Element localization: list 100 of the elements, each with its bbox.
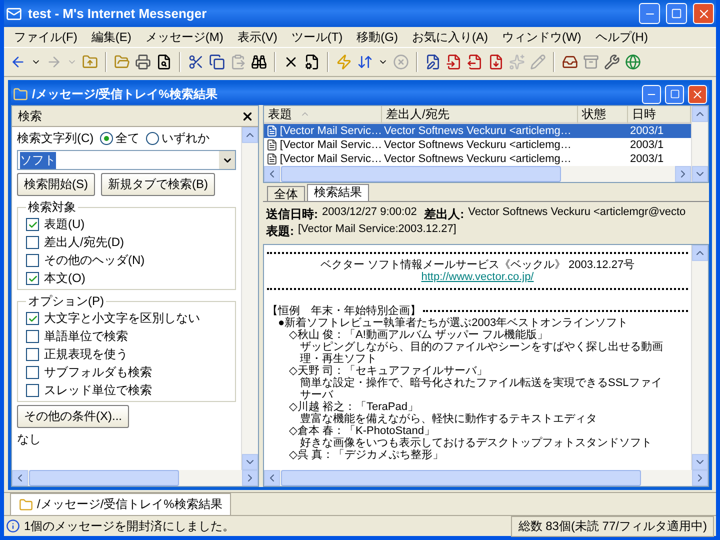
group-title: 検索対象 <box>27 199 77 216</box>
checkbox-option[interactable]: 大文字と小文字を区別しない <box>26 310 227 327</box>
scroll-left-button[interactable] <box>264 470 280 486</box>
field-label: 表題: <box>266 223 294 240</box>
close-button[interactable] <box>688 84 707 104</box>
checkbox[interactable] <box>26 348 39 361</box>
scroll-up-button[interactable] <box>692 106 708 122</box>
more-conditions-button[interactable]: その他の条件(X)... <box>17 405 129 428</box>
entry-description: 理・再生ソフト <box>299 353 378 365</box>
checkbox-option[interactable]: サブフォルダも検索 <box>26 364 227 381</box>
checkbox-option[interactable]: 差出人/宛先(D) <box>26 234 227 251</box>
inbox-icon[interactable] <box>562 54 578 70</box>
copy-icon[interactable] <box>209 54 225 70</box>
child-window-title: /メッセージ/受信トレイ%検索結果 <box>32 86 218 102</box>
scroll-right-button[interactable] <box>242 470 258 486</box>
view-tab[interactable]: 全体 <box>267 186 305 201</box>
menu-item[interactable]: ヘルプ(H) <box>589 28 654 46</box>
table-cell[interactable]: [Vector Mail Servic… <box>264 124 382 138</box>
globe-icon[interactable] <box>625 54 641 70</box>
column-header[interactable]: 差出人/宛先 <box>382 106 578 124</box>
maximize-button[interactable] <box>665 84 684 104</box>
vertical-scrollbar[interactable] <box>691 106 708 182</box>
url-link[interactable]: http://www.vector.co.jp/ <box>421 271 534 283</box>
scroll-right-button[interactable] <box>692 470 708 486</box>
scroll-thumb[interactable] <box>29 470 179 486</box>
checkbox-option[interactable]: 単語単位で検索 <box>26 328 227 345</box>
scroll-left-button[interactable] <box>264 166 280 182</box>
table-cell[interactable]: Vector Softnews Veckuru <articlemg… <box>382 124 578 138</box>
column-header[interactable]: 状態 <box>578 106 628 124</box>
table-cell[interactable]: 2003/1 <box>628 124 691 138</box>
entry-description: ザッピングしながら、目的のファイルやシーンをすばやく探し出せる動画 <box>299 341 664 353</box>
checkbox[interactable] <box>26 236 39 249</box>
field-value: 2003/12/27 9:00:02 <box>322 206 417 220</box>
menu-item[interactable]: 移動(G) <box>350 28 404 46</box>
menu-item[interactable]: ウィンドウ(W) <box>496 28 588 46</box>
folder-up-icon[interactable] <box>82 54 98 70</box>
scroll-thumb[interactable] <box>281 166 561 182</box>
maximize-icon <box>671 8 682 19</box>
printer-icon[interactable] <box>135 54 151 70</box>
entry-title: ◇倉本 春：「K-PhotoStand」 <box>288 425 436 437</box>
checkbox[interactable] <box>26 312 39 325</box>
menu-item[interactable]: 編集(E) <box>85 28 138 46</box>
menu-item[interactable]: メッセージ(M) <box>139 28 230 46</box>
check-icon <box>28 220 38 230</box>
checkbox[interactable] <box>26 218 39 231</box>
checkbox[interactable] <box>26 254 39 267</box>
minimize-button[interactable] <box>642 84 661 104</box>
checkbox-option[interactable]: 表題(U) <box>26 216 227 233</box>
vertical-scrollbar[interactable] <box>241 127 258 470</box>
table-cell[interactable]: [Vector Mail Servic… <box>264 152 382 166</box>
close-button[interactable] <box>693 3 714 24</box>
vertical-scrollbar[interactable] <box>691 245 708 470</box>
binoculars-icon[interactable] <box>251 54 267 70</box>
scroll-left-button[interactable] <box>12 470 28 486</box>
field-label: 差出人: <box>422 206 464 223</box>
scroll-up-button[interactable] <box>692 245 708 261</box>
radio-option[interactable]: いずれか <box>146 130 210 147</box>
scissors-icon[interactable] <box>188 54 204 70</box>
close-icon[interactable] <box>241 110 254 122</box>
checkbox-option[interactable]: 正規表現を使う <box>26 346 227 363</box>
menu-item[interactable]: 表示(V) <box>231 28 284 46</box>
checkbox[interactable] <box>26 384 39 397</box>
dropdown-button[interactable] <box>219 151 235 169</box>
info-icon <box>6 519 20 533</box>
message-icon <box>266 125 278 137</box>
horizontal-scrollbar[interactable] <box>12 470 258 486</box>
new-tab-search-button[interactable]: 新規タブで検索(B) <box>101 173 215 196</box>
radio-option[interactable]: 全て <box>100 130 140 147</box>
checkbox[interactable] <box>26 330 39 343</box>
search-combo-field[interactable]: ソフト <box>17 150 236 170</box>
checkbox-option[interactable]: スレッド単位で検索 <box>26 382 227 399</box>
archive-icon[interactable] <box>583 54 599 70</box>
checkbox[interactable] <box>26 366 39 379</box>
scroll-down-button[interactable] <box>692 166 708 182</box>
menu-item[interactable]: お気に入り(A) <box>406 28 494 46</box>
menu-item[interactable]: ファイル(F) <box>8 28 84 46</box>
maximize-button[interactable] <box>666 3 687 24</box>
scroll-down-button[interactable] <box>242 454 258 470</box>
menu-item[interactable]: ツール(T) <box>285 28 349 46</box>
wrench-icon[interactable] <box>604 54 620 70</box>
search-button[interactable]: 検索開始(S) <box>17 173 95 196</box>
checkbox-option[interactable]: 本文(O) <box>26 270 227 287</box>
scroll-up-button[interactable] <box>242 127 258 143</box>
scroll-thumb[interactable] <box>281 470 641 486</box>
scroll-right-button[interactable] <box>675 166 691 182</box>
entry-description: 好きな画像をいつも表示しておけるデスクトップフォトスタンドソフト <box>299 437 653 449</box>
table-cell[interactable]: [Vector Mail Servic… <box>264 138 382 152</box>
open-folder-icon[interactable] <box>114 54 130 70</box>
view-tab[interactable]: 検索結果 <box>307 184 369 201</box>
mail-icon <box>6 6 22 22</box>
entry-title: ◇天野 司：「セキュアファイルサーバ」 <box>288 365 489 377</box>
minimize-button[interactable] <box>639 3 660 24</box>
column-header[interactable]: 日時 <box>628 106 691 124</box>
scroll-down-button[interactable] <box>692 454 708 470</box>
checkbox[interactable] <box>26 272 39 285</box>
horizontal-scrollbar[interactable] <box>264 470 708 486</box>
window-tab[interactable]: /メッセージ/受信トレイ%検索結果 <box>10 493 232 515</box>
horizontal-scrollbar[interactable] <box>264 166 691 182</box>
column-header[interactable]: 表題 <box>264 106 382 124</box>
checkbox-option[interactable]: その他のヘッダ(N) <box>26 252 227 269</box>
